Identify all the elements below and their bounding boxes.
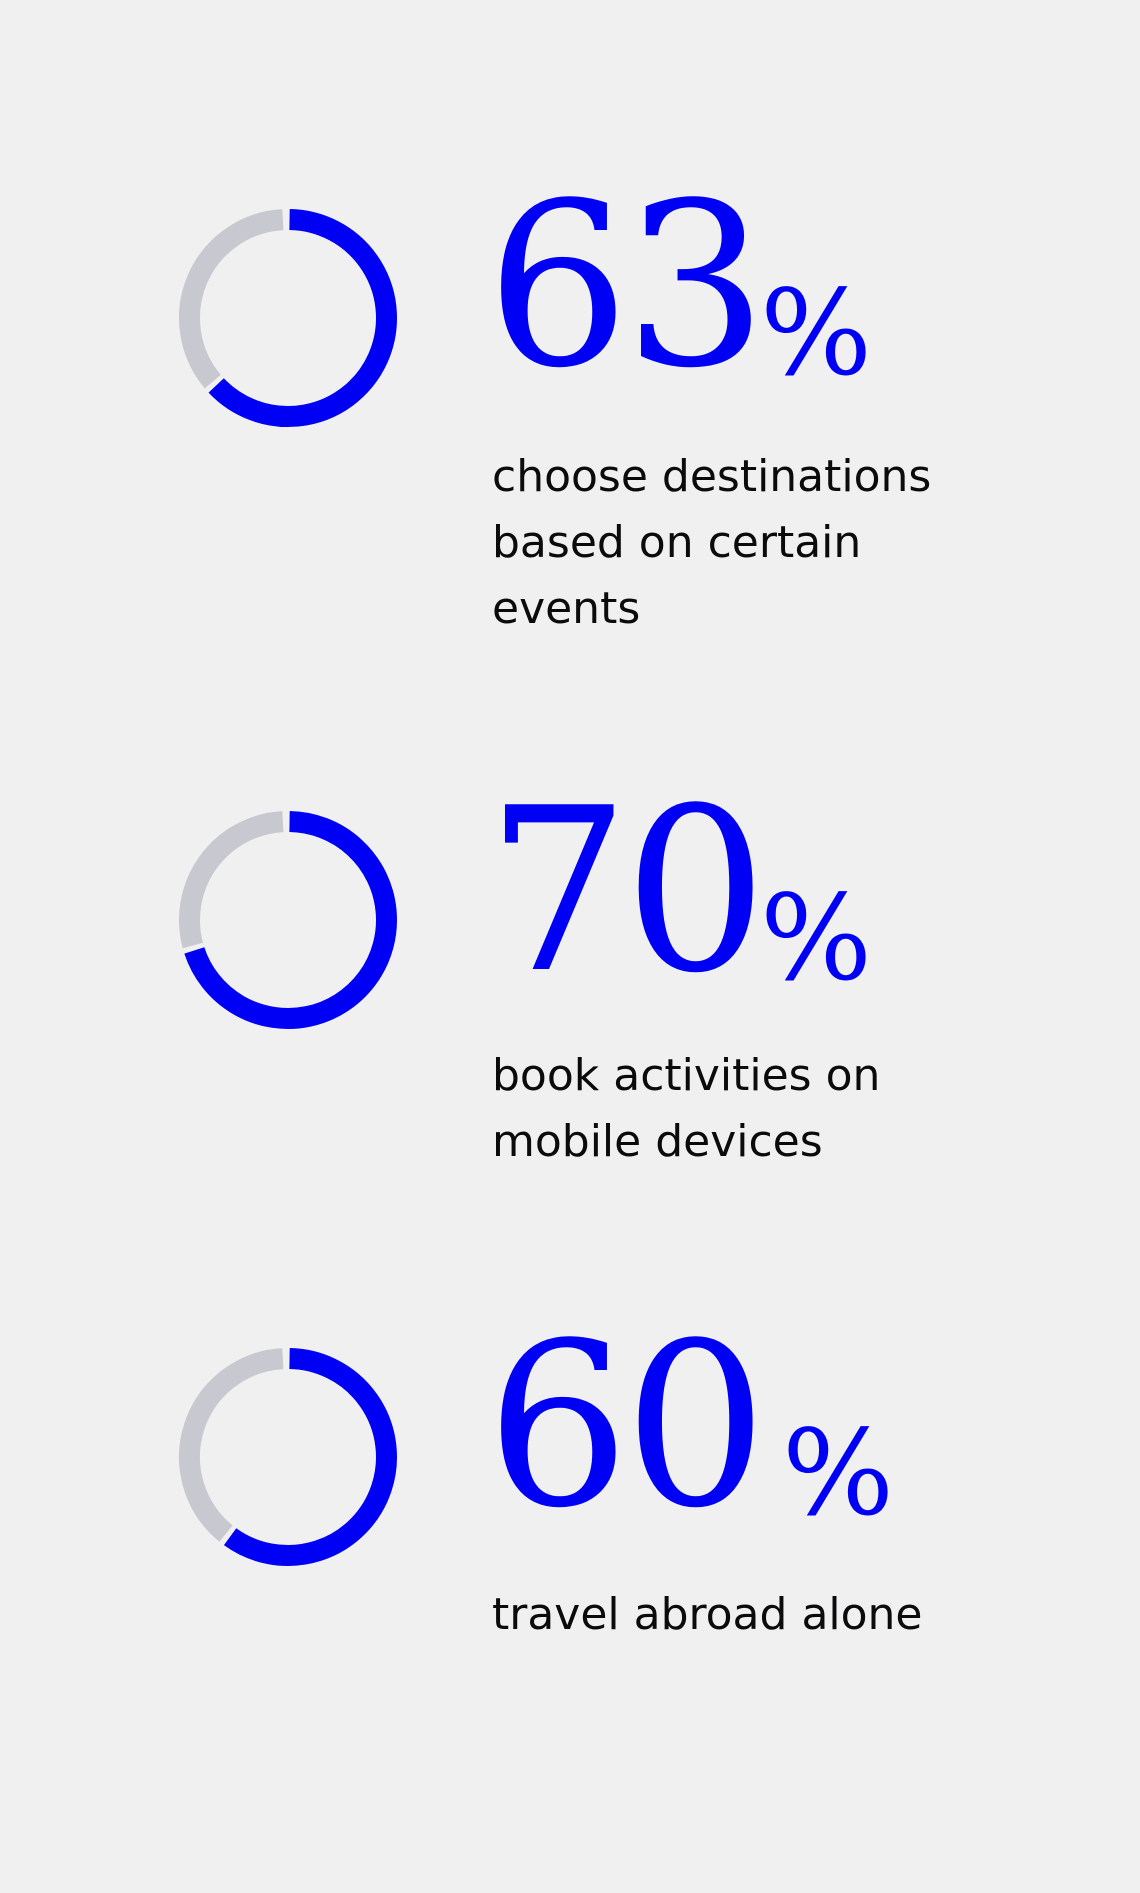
- donut-value-arc: [208, 209, 397, 427]
- donut-track: [179, 1348, 284, 1542]
- donut-chart: [178, 1347, 398, 1567]
- percent-sign: %: [782, 1404, 895, 1542]
- stat-caption: choose destinations based on certain eve…: [492, 451, 932, 634]
- donut-track: [179, 209, 284, 389]
- stat-caption: travel abroad alone: [492, 1589, 923, 1640]
- stat-value: 60: [486, 1295, 768, 1558]
- donut-svg: [179, 1348, 397, 1566]
- stat-value: 70: [486, 760, 768, 1023]
- stat-caption: book activities on mobile devices: [492, 1050, 881, 1167]
- percent-sign: %: [760, 869, 873, 1007]
- donut-track: [179, 811, 284, 949]
- donut-svg: [179, 811, 397, 1029]
- donut-chart: [178, 208, 398, 428]
- donut-value-arc: [223, 1348, 397, 1566]
- donut-svg: [179, 209, 397, 427]
- donut-chart: [178, 810, 398, 1030]
- stat-value: 63: [486, 155, 768, 418]
- percent-sign: %: [760, 264, 873, 402]
